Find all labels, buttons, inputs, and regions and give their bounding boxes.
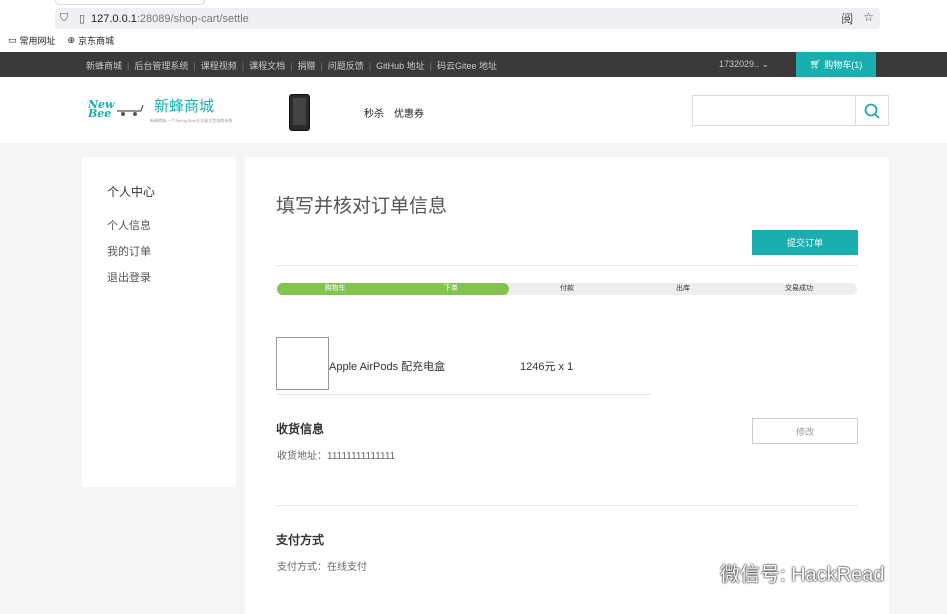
globe-icon: ⊕ [67, 35, 76, 45]
cart-button[interactable]: 🛒︎ 购物车(1) [796, 52, 876, 77]
wechat-watermark: 微信号: HackRead [684, 558, 885, 587]
progress-step: 出库 [676, 285, 690, 292]
bookmarks-bar: ▭ 常用网址 ⊕ 京东商城 [8, 34, 114, 47]
reader-mode-icon[interactable]: 阅 [841, 10, 853, 27]
topnav-link[interactable]: GitHub 地址 [376, 59, 425, 72]
bookmark-label: 常用网址 [19, 36, 56, 46]
cart-label: 购物车(1) [824, 60, 863, 70]
address-bar[interactable]: ⛉ ▯ 127.0.0.1 :28089/shop-cart/settle 阅 … [55, 8, 880, 29]
shield-icon: ⛉ [59, 12, 69, 24]
sidebar-item-profile[interactable]: 个人信息 [107, 217, 151, 233]
submit-order-button[interactable]: 提交订单 [752, 230, 858, 255]
tab-edge [55, 0, 205, 5]
product-thumbnail[interactable] [276, 337, 329, 390]
url-path: :28089/shop-cart/settle [136, 12, 249, 25]
bookmark-item[interactable]: ▭ 常用网址 [8, 34, 56, 47]
cart-logo-icon [117, 104, 144, 116]
order-progress-bar: 购物车 下单 付款 出库 交易成功 [277, 283, 857, 295]
product-price: 1246元 x 1 [520, 361, 574, 373]
topnav-link[interactable]: 码云Gitee 地址 [437, 59, 497, 72]
progress-step: 付款 [560, 285, 574, 292]
cart-icon: 🛒︎ [809, 59, 822, 69]
url-host: 127.0.0.1 [91, 12, 137, 25]
folder-icon: ▭ [8, 35, 17, 45]
sidebar-item-logout[interactable]: 退出登录 [107, 269, 151, 285]
topnav-link[interactable]: 问题反馈 [328, 59, 364, 72]
search-box[interactable] [692, 95, 889, 126]
divider [276, 394, 652, 395]
watermark-text: 微信号: HackRead [720, 564, 885, 586]
sidebar-item-orders[interactable]: 我的订单 [107, 243, 151, 259]
page-icon: ▯ [78, 13, 86, 25]
search-icon [864, 103, 880, 119]
wechat-icon [685, 561, 712, 583]
address-section-title: 收货信息 [276, 422, 325, 436]
brand-name: 新蜂商城 [154, 98, 215, 115]
bookmark-label: 京东商城 [78, 36, 115, 46]
address-line: 收货地址：11111111111111 [277, 451, 396, 462]
star-icon[interactable]: ☆ [863, 10, 874, 27]
sidebar-title: 个人中心 [107, 185, 156, 199]
top-nav: 新蜂商城 | 后台管理系统 | 课程视频 | 课程文档 | 捐赠 | 问题反馈 | GitH… [0, 52, 947, 77]
order-settle-panel: 填写并核对订单信息 提交订单 购物车 下单 付款 出库 交易成功 Apple A… [245, 157, 889, 614]
site-header: New Bee 新蜂商城 新蜂商城-一个Spring Boot企业级大型电商系统… [0, 77, 947, 143]
search-button[interactable] [855, 96, 888, 125]
chevron-down-icon: ⌄ [761, 59, 770, 69]
progress-step: 购物车 [324, 285, 346, 292]
bookmark-item[interactable]: ⊕ 京东商城 [68, 34, 115, 47]
divider [276, 265, 858, 266]
divider [276, 505, 858, 506]
topnav-link[interactable]: 新蜂商城 [86, 59, 122, 72]
page-title: 填写并核对订单信息 [276, 196, 448, 217]
payment-line: 支付方式：在线支付 [277, 562, 367, 573]
payment-section-title: 支付方式 [276, 533, 325, 547]
user-center-sidebar: 个人中心 个人信息 我的订单 退出登录 [82, 157, 236, 487]
product-name: Apple AirPods 配充电盒 [329, 361, 446, 373]
nav-seckill[interactable]: 秒杀 [364, 105, 384, 120]
topnav-link[interactable]: 课程文档 [249, 59, 285, 72]
browser-toolbar: ⛉ ▯ 127.0.0.1 :28089/shop-cart/settle 阅 … [0, 0, 947, 52]
nav-coupon[interactable]: 优惠券 [394, 105, 424, 120]
topnav-link[interactable]: 课程视频 [201, 59, 237, 72]
brand-slogan: 新蜂商城-一个Spring Boot企业级大型电商系统 [150, 118, 233, 123]
user-menu[interactable]: 1732029.. ⌄ [719, 59, 769, 70]
topnav-link[interactable]: 捐赠 [297, 59, 315, 72]
progress-step: 下单 [444, 285, 458, 292]
phone-image[interactable] [289, 94, 310, 131]
topnav-link[interactable]: 后台管理系统 [134, 59, 188, 72]
logo-mark: New Bee [88, 98, 115, 120]
edit-address-button[interactable]: 修改 [752, 418, 858, 444]
user-name: 1732029.. [719, 59, 762, 69]
progress-step: 交易成功 [785, 285, 813, 292]
